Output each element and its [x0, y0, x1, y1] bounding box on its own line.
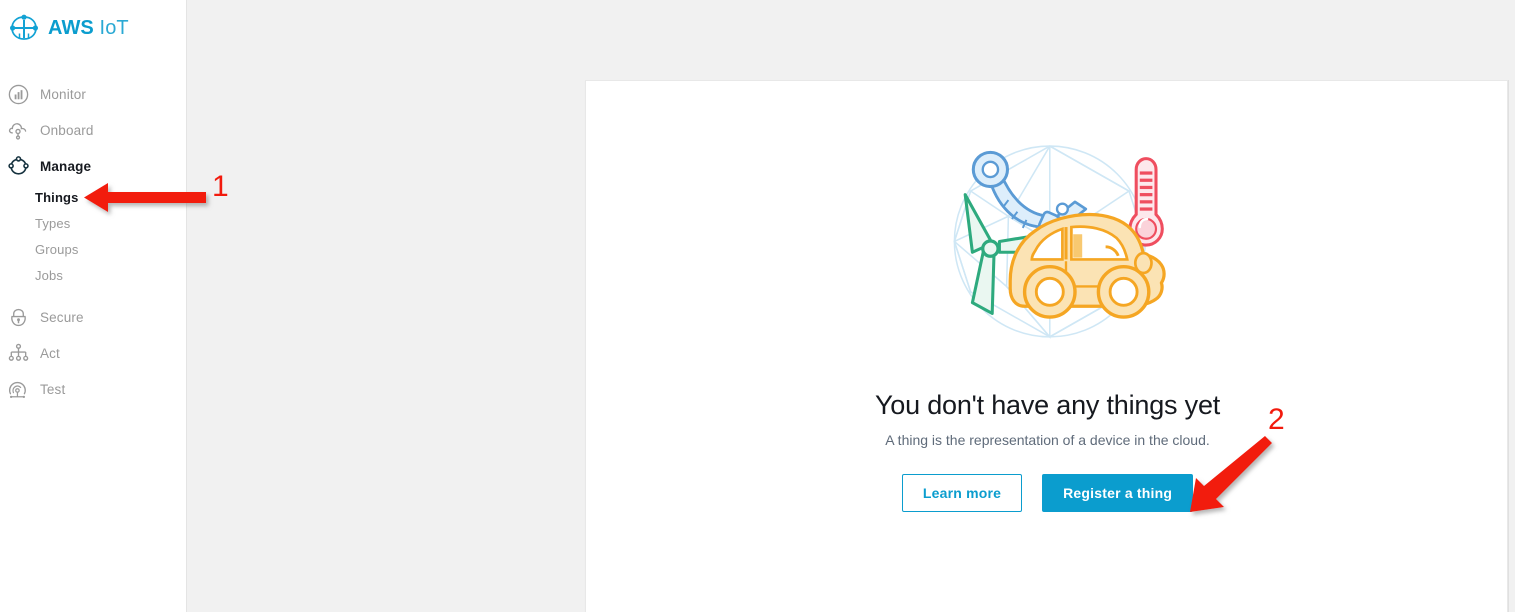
sidebar-item-label: Monitor [40, 86, 87, 102]
sidebar-subitem-label: Types [35, 215, 71, 231]
onboard-cloud-icon [8, 122, 27, 140]
sidebar-item-label: Act [40, 345, 60, 361]
sidebar-subitem-jobs[interactable]: Jobs [0, 262, 186, 288]
sidebar-item-manage[interactable]: Manage [0, 148, 186, 184]
monitor-chart-icon [8, 84, 29, 104]
sidebar-subitem-types[interactable]: Types [0, 210, 186, 236]
sidebar-item-label: Test [40, 381, 66, 397]
sidebar-subitem-things[interactable]: Things [0, 184, 186, 210]
sidebar-item-label: Onboard [40, 122, 94, 138]
brand-name-secondary: IoT [99, 16, 129, 39]
annotation-number-1: 1 [212, 170, 229, 203]
sidebar-item-test[interactable]: Test [0, 371, 186, 407]
sidebar-nav: Monitor Onboard Manage Things Types Grou… [0, 76, 186, 407]
sidebar-item-act[interactable]: Act [0, 335, 186, 371]
sidebar-subitem-groups[interactable]: Groups [0, 236, 186, 262]
act-hierarchy-icon [8, 343, 29, 361]
empty-state: You don't have any things yet A thing is… [586, 81, 1507, 512]
sidebar-item-onboard[interactable]: Onboard [0, 112, 186, 148]
sidebar-subitem-label: Things [35, 189, 79, 205]
aws-iot-logo-icon [10, 14, 38, 40]
brand-header[interactable]: AWS IoT [0, 0, 186, 56]
page-title: You don't have any things yet [874, 390, 1221, 420]
sidebar-item-label: Manage [40, 158, 92, 174]
sidebar-subitem-label: Jobs [35, 267, 64, 283]
things-content-panel: You don't have any things yet A thing is… [585, 80, 1508, 612]
manage-nodes-icon [8, 155, 29, 175]
brand-name-primary: AWS [48, 16, 94, 39]
secure-lock-icon [11, 308, 26, 326]
page-subtitle: A thing is the representation of a devic… [885, 432, 1210, 448]
sidebar-item-label: Secure [40, 309, 84, 325]
learn-more-button[interactable]: Learn more [901, 474, 1023, 512]
test-signal-icon [8, 381, 26, 398]
empty-state-actions: Learn more Register a thing [586, 474, 1507, 512]
sidebar-item-secure[interactable]: Secure [0, 299, 186, 335]
sidebar-subitem-label: Groups [35, 241, 79, 257]
sidebar: AWS IoT Monitor Onboard Manage Things Ty… [0, 0, 187, 612]
aws-iot-console: AWS IoT Monitor Onboard Manage Things Ty… [0, 0, 1515, 612]
vertical-scrollbar[interactable] [1508, 80, 1515, 612]
brand-title: AWS IoT [48, 17, 129, 40]
sidebar-item-monitor[interactable]: Monitor [0, 76, 186, 112]
register-a-thing-button[interactable]: Register a thing [1042, 474, 1194, 512]
iot-devices-globe-illustration [952, 145, 1166, 339]
